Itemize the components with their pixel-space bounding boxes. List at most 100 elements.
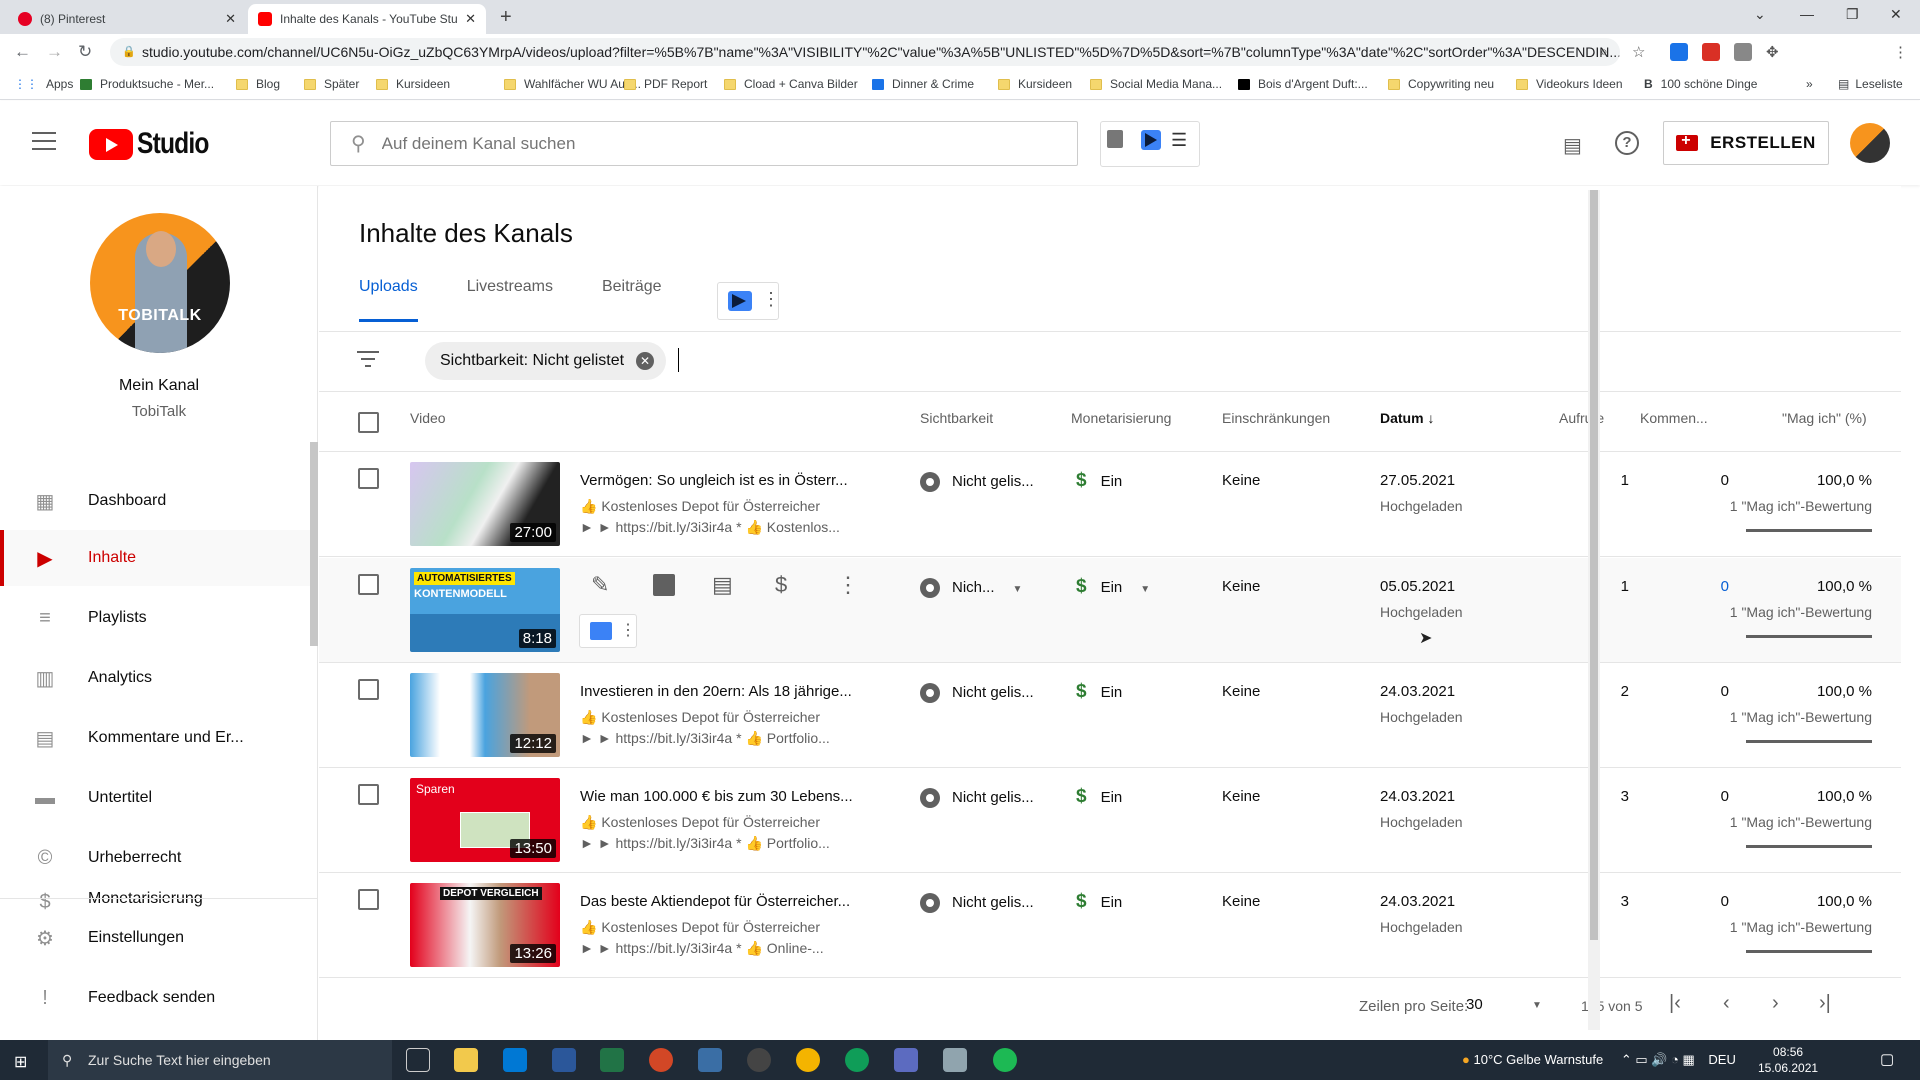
row-checkbox[interactable] — [358, 574, 379, 595]
obs-icon[interactable] — [747, 1048, 771, 1072]
previous-page-icon[interactable]: ‹ — [1723, 992, 1730, 1015]
zoom-icon[interactable]: ⌕ — [1600, 43, 1618, 61]
create-button[interactable]: ERSTELLEN — [1663, 121, 1829, 165]
bookmark-item[interactable]: Kursideen — [998, 77, 1072, 91]
analytics-icon[interactable] — [653, 574, 675, 596]
scrollbar-thumb[interactable] — [1590, 190, 1598, 940]
monetization-cell[interactable]: $ Ein — [1076, 470, 1122, 492]
bookmark-overflow[interactable]: » — [1806, 77, 1813, 91]
app-icon[interactable] — [943, 1048, 967, 1072]
column-header-date[interactable]: Datum ↓ — [1380, 410, 1434, 426]
next-page-icon[interactable]: › — [1772, 992, 1779, 1015]
table-row[interactable]: 12:12 Investieren in den 20ern: Als 18 j… — [319, 663, 1901, 768]
sidebar-item-subtitles[interactable]: ▬ Untertitel — [0, 770, 318, 826]
channel-avatar[interactable]: TOBITALK — [90, 213, 230, 353]
edge-icon[interactable] — [845, 1048, 869, 1072]
reload-button[interactable]: ↻ — [78, 42, 92, 62]
browser-tab-studio[interactable]: Inhalte des Kanals - YouTube Stu ✕ — [248, 4, 486, 34]
comments-value[interactable]: 0 — [1699, 893, 1729, 910]
visibility-cell[interactable]: Nicht gelis... — [920, 893, 1034, 913]
stats-icon[interactable] — [1107, 130, 1123, 148]
bookmark-item[interactable]: Videokurs Ideen — [1516, 77, 1623, 91]
menu-icon[interactable] — [32, 132, 56, 150]
feedback-messages-icon[interactable]: ▤ — [1563, 133, 1582, 158]
row-checkbox[interactable] — [358, 679, 379, 700]
monetization-dropdown[interactable]: $ Ein ▼ — [1076, 576, 1150, 598]
vidiq-tab-button[interactable]: ⋮ — [717, 282, 780, 320]
maximize-button[interactable]: ❐ — [1846, 6, 1859, 23]
video-title[interactable]: Wie man 100.000 € bis zum 30 Lebens... — [580, 788, 853, 805]
comments-value[interactable]: 0 — [1699, 472, 1729, 489]
close-tab-icon[interactable]: ✕ — [225, 11, 236, 27]
video-title[interactable]: Investieren in den 20ern: Als 18 jährige… — [580, 683, 852, 700]
row-checkbox[interactable] — [358, 468, 379, 489]
filter-chip[interactable]: Sichtbarkeit: Nicht gelistet ✕ — [425, 342, 667, 380]
monetization-cell[interactable]: $ Ein — [1076, 891, 1122, 913]
main-scrollbar[interactable] — [1588, 190, 1600, 1030]
video-title[interactable]: Vermögen: So ungleich ist es in Österr..… — [580, 472, 848, 489]
visibility-cell[interactable]: Nicht gelis... — [920, 683, 1034, 703]
bookmark-item[interactable]: B 100 schöne Dinge — [1644, 77, 1757, 91]
reading-list[interactable]: ▤ Leseliste — [1838, 77, 1903, 91]
powerpoint-icon[interactable] — [649, 1048, 673, 1072]
tray-icons[interactable]: ⌃ ▭ 🔊 ◔ ▦ — [1621, 1052, 1695, 1067]
comments-link[interactable]: 0 — [1699, 578, 1729, 595]
bookmark-item[interactable]: Copywriting neu — [1388, 77, 1494, 91]
monetization-cell[interactable]: $ Ein — [1076, 681, 1122, 703]
table-row[interactable]: DEPOT VERGLEICH 13:26 Das beste Aktiende… — [319, 873, 1901, 978]
column-header-comments[interactable]: Kommen... — [1640, 410, 1708, 426]
sidebar-item-copyright[interactable]: © Urheberrecht — [0, 830, 318, 886]
taskbar-clock[interactable]: 08:56 15.06.2021 — [1758, 1044, 1818, 1076]
browser-menu-icon[interactable]: ⋮ — [1893, 43, 1911, 61]
last-page-icon[interactable]: ›| — [1819, 992, 1831, 1015]
extension-icon[interactable] — [1734, 43, 1752, 61]
filter-icon[interactable] — [357, 351, 379, 372]
url-field[interactable]: 🔒 studio.youtube.com/channel/UC6N5u-OiGz… — [110, 38, 1620, 66]
visibility-cell[interactable]: Nicht gelis... — [920, 472, 1034, 492]
file-explorer-icon[interactable] — [454, 1048, 478, 1072]
remove-filter-icon[interactable]: ✕ — [636, 352, 655, 370]
sidebar-item-settings[interactable]: ⚙ Einstellungen — [0, 910, 318, 966]
bookmark-item[interactable]: Wahlfächer WU Aus... — [504, 77, 641, 91]
forward-button[interactable]: → — [46, 42, 63, 62]
filter-input-caret[interactable] — [678, 348, 679, 372]
table-row[interactable]: AUTOMATISIERTES KONTENMODELL 8:18 ✎ ▤ $ … — [319, 558, 1901, 663]
column-header-visibility[interactable]: Sichtbarkeit — [920, 410, 993, 426]
minimize-button[interactable]: — — [1800, 6, 1814, 22]
video-thumbnail[interactable]: 12:12 — [410, 673, 560, 757]
bookmark-item[interactable]: Später — [304, 77, 359, 91]
row-checkbox[interactable] — [358, 889, 379, 910]
language-indicator[interactable]: DEU — [1708, 1052, 1735, 1067]
close-tab-icon[interactable]: ✕ — [465, 11, 476, 27]
channel-search[interactable]: ⚲ — [330, 121, 1078, 166]
monetization-icon[interactable]: $ — [775, 572, 787, 598]
windows-start-icon[interactable]: ⊞ — [14, 1052, 27, 1072]
extension-icon[interactable] — [1702, 43, 1720, 61]
select-all-checkbox[interactable] — [358, 412, 379, 433]
bookmark-item[interactable]: Cload + Canva Bilder — [724, 77, 858, 91]
sidebar-item-playlists[interactable]: ≡ Playlists — [0, 590, 318, 646]
more-vert-icon[interactable]: ⋮ — [620, 620, 636, 640]
vidiq-row-button[interactable]: ⋮ — [579, 614, 637, 648]
visibility-cell[interactable]: Nicht gelis... — [920, 788, 1034, 808]
column-header-monetization[interactable]: Monetarisierung — [1071, 410, 1171, 426]
extensions-puzzle-icon[interactable]: ✥ — [1766, 43, 1784, 61]
help-icon[interactable]: ? — [1615, 131, 1639, 155]
bookmark-item[interactable]: Bois d'Argent Duft:... — [1238, 77, 1368, 91]
app-icon[interactable] — [698, 1048, 722, 1072]
rows-per-page-select[interactable]: 30 ▼ — [1466, 996, 1546, 1013]
search-input[interactable] — [381, 133, 982, 154]
column-header-likes[interactable]: "Mag ich" (%) — [1782, 410, 1867, 426]
bookmark-star-icon[interactable]: ☆ — [1632, 43, 1650, 61]
table-row[interactable]: 27:00 Vermögen: So ungleich ist es in Ös… — [319, 452, 1901, 557]
notifications-icon[interactable]: ▢ — [1880, 1050, 1894, 1068]
bookmark-item[interactable]: Blog — [236, 77, 280, 91]
browser-tab-pinterest[interactable]: (8) Pinterest ✕ — [8, 4, 246, 34]
account-avatar[interactable] — [1850, 123, 1890, 163]
chrome-icon[interactable] — [796, 1048, 820, 1072]
app-icon[interactable] — [894, 1048, 918, 1072]
tab-search-icon[interactable]: ⌄ — [1754, 6, 1766, 23]
video-thumbnail[interactable]: 27:00 — [410, 462, 560, 546]
sidebar-scrollbar[interactable] — [310, 442, 318, 646]
video-thumbnail[interactable]: DEPOT VERGLEICH 13:26 — [410, 883, 560, 967]
